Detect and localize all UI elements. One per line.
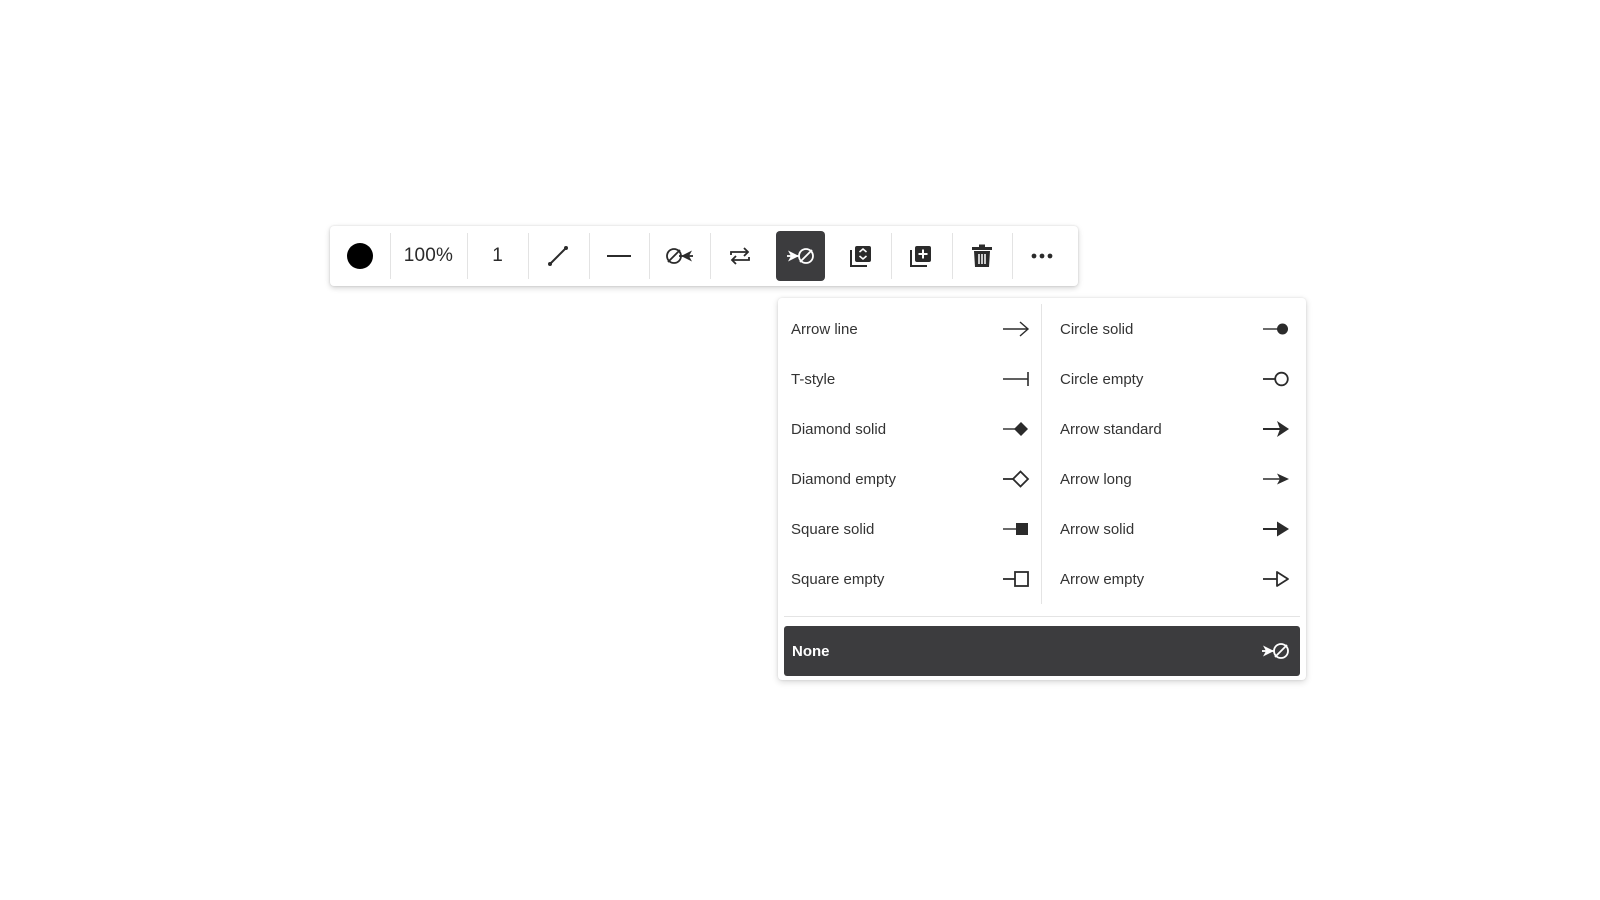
option-label: Circle solid [1060,320,1134,338]
end-marker-button[interactable] [775,231,826,281]
trash-icon [970,243,994,269]
line-style-button[interactable] [588,231,650,281]
arrow-long-icon [1262,467,1290,491]
square-solid-icon [1001,517,1031,541]
diagonal-line-icon [546,244,570,268]
duplicate-plus-icon [908,243,934,269]
option-arrow-empty[interactable]: Arrow empty [1042,554,1306,604]
option-label: Diamond empty [791,470,897,488]
option-none-selected[interactable]: None [784,626,1300,676]
option-t-style[interactable]: T-style [778,354,1041,404]
option-diamond-empty[interactable]: Diamond empty [778,454,1041,504]
color-picker-button[interactable] [330,231,390,281]
swap-arrows-icon [727,244,753,268]
dropdown-divider [784,616,1300,617]
option-label: T-style [791,370,836,388]
option-label: Arrow line [791,320,858,338]
diamond-solid-icon [1001,417,1031,441]
none-marker-icon [1260,639,1290,663]
option-label: Arrow standard [1060,420,1162,438]
square-empty-icon [1001,567,1031,591]
more-options-button[interactable] [1012,231,1072,281]
solid-line-icon [606,244,632,268]
option-label: Diamond solid [791,420,887,438]
marker-options-grid: Arrow line T-style Diamond solid Diamond… [778,304,1306,604]
start-marker-icon [665,244,695,268]
more-horizontal-icon [1030,244,1054,268]
arrow-solid-icon [1262,517,1290,541]
option-label: Circle empty [1060,370,1144,388]
option-circle-solid[interactable]: Circle solid [1042,304,1306,354]
swap-direction-button[interactable] [709,231,771,281]
diamond-empty-icon [1001,467,1031,491]
option-label: Arrow solid [1060,520,1135,538]
start-marker-button[interactable] [649,231,710,281]
arrange-layers-button[interactable] [830,231,891,281]
option-diamond-solid[interactable]: Diamond solid [778,404,1041,454]
option-label: Square empty [791,570,885,588]
duplicate-button[interactable] [891,231,952,281]
t-style-icon [1001,367,1031,391]
arrow-standard-icon [1262,417,1290,441]
opacity-value: 100% [403,245,454,266]
end-marker-none-icon [785,244,815,268]
color-swatch-icon [346,243,373,269]
option-label: Arrow long [1060,470,1132,488]
option-square-solid[interactable]: Square solid [778,504,1041,554]
option-arrow-standard[interactable]: Arrow standard [1042,404,1306,454]
layers-icon [848,243,874,269]
arrow-empty-icon [1262,567,1290,591]
marker-options-left-column: Arrow line T-style Diamond solid Diamond… [778,304,1042,604]
option-arrow-solid[interactable]: Arrow solid [1042,504,1306,554]
arrow-line-icon [1001,317,1031,341]
delete-button[interactable] [951,231,1013,281]
circle-empty-icon [1262,367,1290,391]
marker-options-right-column: Circle solid Circle empty Arrow standard… [1042,304,1306,604]
end-marker-dropdown: Arrow line T-style Diamond solid Diamond… [778,298,1306,680]
line-format-toolbar: 100% 1 [330,226,1078,286]
option-circle-empty[interactable]: Circle empty [1042,354,1306,404]
option-arrow-line[interactable]: Arrow line [778,304,1041,354]
line-type-button[interactable] [527,231,589,281]
option-square-empty[interactable]: Square empty [778,554,1041,604]
opacity-button[interactable]: 100% [389,231,468,281]
stroke-width-button[interactable]: 1 [467,231,528,281]
option-label: Arrow empty [1060,570,1145,588]
option-arrow-long[interactable]: Arrow long [1042,454,1306,504]
option-label: Square solid [791,520,875,538]
option-label: None [792,642,830,660]
stroke-width-value: 1 [492,245,503,266]
circle-solid-icon [1262,317,1290,341]
